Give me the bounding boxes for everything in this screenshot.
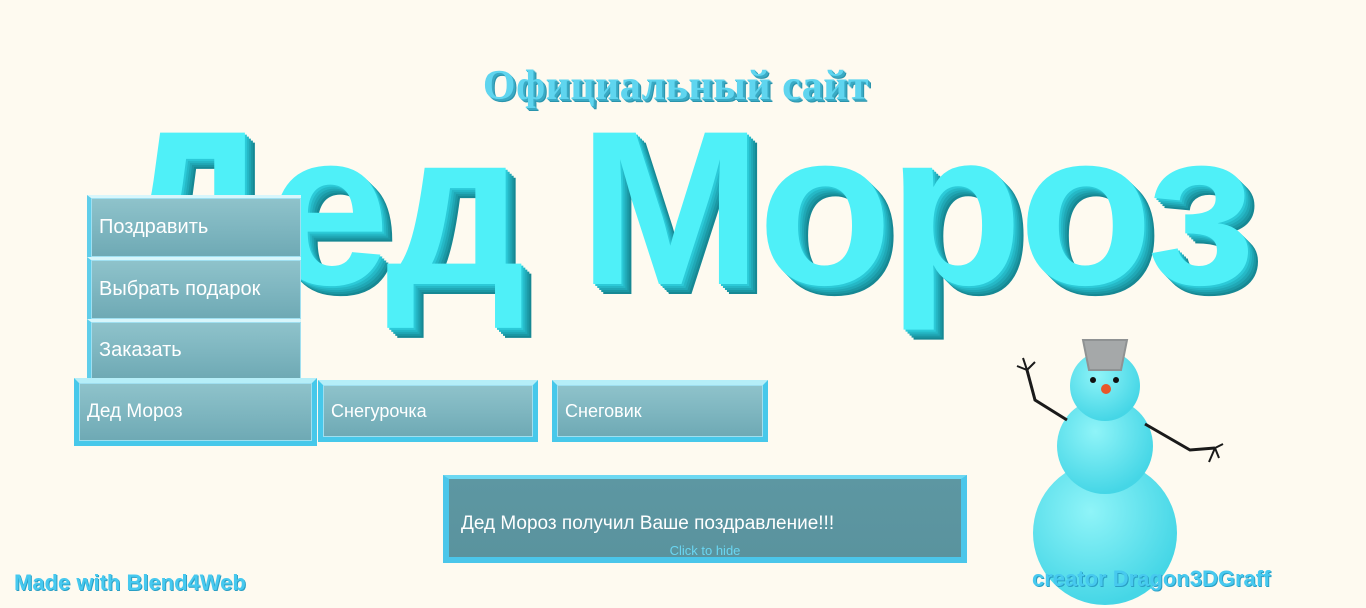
creator-credit: creator Dragon3DGraff (1032, 566, 1271, 591)
menu-item-label: Поздравить (99, 216, 209, 238)
tab-label: Снегурочка (331, 400, 427, 421)
snowman-eye (1113, 377, 1119, 383)
menu-item-congratulate[interactable]: Поздравить (87, 195, 301, 257)
tab-label: Снеговик (565, 400, 642, 421)
tab-ded-moroz[interactable]: Дед Мороз (74, 378, 317, 446)
click-to-hide-hint[interactable]: Click to hide (449, 543, 961, 558)
snowman-eye (1090, 377, 1096, 383)
menu-item-label: Выбрать подарок (99, 278, 261, 300)
snowman-icon (1016, 339, 1224, 605)
notification-panel[interactable]: Дед Мороз получил Ваше поздравление!!! C… (443, 475, 967, 563)
snowman-right-arm (1144, 422, 1216, 452)
tab-snegurochka[interactable]: Снегурочка (318, 380, 538, 442)
snowman-nose (1101, 384, 1111, 394)
menu-item-label: Заказать (99, 339, 182, 361)
menu-item-choose-gift[interactable]: Выбрать подарок (87, 257, 301, 319)
snowman-left-arm (1025, 369, 1068, 422)
made-with-credit: Made with Blend4Web (14, 570, 246, 595)
notification-message: Дед Мороз получил Ваше поздравление!!! (461, 513, 835, 534)
bucket-hat (1081, 339, 1129, 371)
menu-item-order[interactable]: Заказать (87, 319, 301, 379)
tab-snegovik[interactable]: Снеговик (552, 380, 768, 442)
tab-label: Дед Мороз (87, 401, 183, 422)
